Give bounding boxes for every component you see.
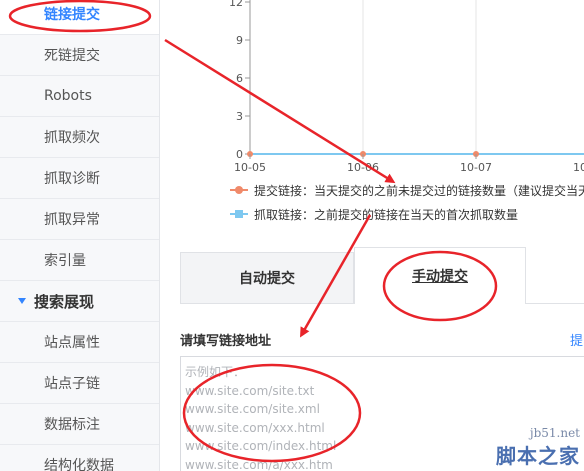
placeholder-line: www.site.com/site.xml: [185, 402, 320, 417]
y-tick-label: 9: [236, 34, 243, 47]
placeholder-line: www.site.com/site.txt: [185, 383, 315, 398]
sidebar-item-crawl-diagnosis[interactable]: 抓取诊断: [0, 158, 159, 199]
watermark-site: jb51.net: [529, 426, 580, 440]
sidebar-item-label: Robots: [44, 88, 92, 104]
legend-label: 抓取链接：之前提交的链接在当天的首次抓取数量: [254, 207, 519, 222]
sidebar-item-robots[interactable]: Robots: [0, 76, 159, 117]
x-tick-label: 10-06: [347, 161, 379, 174]
sidebar: 链接提交 死链提交 Robots 抓取频次 抓取诊断 抓取异常 索引量 搜索展现…: [0, 0, 160, 471]
sidebar-item-label: 结构化数据: [44, 458, 114, 471]
y-tick-label: 0: [236, 148, 243, 161]
tabs-divider: [526, 303, 584, 304]
sidebar-item-label: 站点子链: [44, 376, 100, 392]
x-tick-label: 10-07: [460, 161, 492, 174]
legend-swatch-orange: [230, 185, 248, 195]
sidebar-item-structured-data[interactable]: 结构化数据: [0, 445, 159, 471]
placeholder-line: 示例如下：: [185, 365, 246, 379]
sidebar-item-crawl-frequency[interactable]: 抓取频次: [0, 117, 159, 158]
sidebar-item-link-submit[interactable]: 链接提交: [0, 0, 159, 35]
x-tick-label: 10-05: [234, 161, 266, 174]
sidebar-item-site-attributes[interactable]: 站点属性: [0, 322, 159, 363]
help-link[interactable]: 提: [570, 330, 583, 349]
sidebar-item-dead-link[interactable]: 死链提交: [0, 35, 159, 76]
y-tick-label: 12: [229, 0, 243, 9]
sidebar-item-crawl-errors[interactable]: 抓取异常: [0, 199, 159, 240]
sidebar-section-label: 搜索展现: [34, 292, 95, 311]
sidebar-item-sitelinks[interactable]: 站点子链: [0, 363, 159, 404]
url-field-label: 请填写链接地址: [180, 334, 272, 349]
legend-item-crawled[interactable]: 抓取链接：之前提交的链接在当天的首次抓取数量: [230, 204, 518, 224]
sidebar-item-label: 抓取诊断: [44, 171, 100, 187]
watermark-name: 脚本之家: [496, 444, 580, 468]
x-tick-label: 10-08: [573, 161, 584, 174]
sidebar-item-index-volume[interactable]: 索引量: [0, 240, 159, 281]
legend-item-submitted[interactable]: 提交链接：当天提交的之前未提交过的链接数量（建议提交当天: [230, 180, 584, 200]
sidebar-item-label: 索引量: [44, 253, 86, 269]
tab-label: 手动提交: [412, 269, 468, 285]
tab-label: 自动提交: [239, 271, 295, 287]
sidebar-section-search-display[interactable]: 搜索展现: [0, 281, 159, 322]
watermark: jb51.net 脚本之家: [496, 426, 580, 469]
sidebar-item-label: 死链提交: [44, 48, 100, 64]
link-chart: 0 3 6 9 12 10-05 10-06 10-07 10-08 提交链接：当天提交的之前未…: [160, 0, 584, 232]
sidebar-item-label: 链接提交: [44, 7, 100, 23]
legend-label: 提交链接：当天提交的之前未提交过的链接数量（建议提交当天: [254, 183, 584, 198]
sidebar-item-data-annotation[interactable]: 数据标注: [0, 404, 159, 445]
sidebar-item-label: 站点属性: [44, 335, 100, 351]
y-tick-label: 6: [236, 72, 243, 85]
caret-down-icon: [18, 298, 26, 304]
y-tick-label: 3: [236, 110, 243, 123]
sidebar-item-label: 抓取异常: [44, 212, 100, 228]
legend-swatch-blue: [230, 209, 248, 219]
sidebar-item-label: 抓取频次: [44, 130, 100, 146]
sidebar-item-label: 数据标注: [44, 417, 100, 433]
submit-tabs: 自动提交 手动提交: [180, 247, 584, 304]
tab-auto-submit[interactable]: 自动提交: [180, 252, 354, 304]
tab-manual-submit[interactable]: 手动提交: [354, 247, 526, 304]
